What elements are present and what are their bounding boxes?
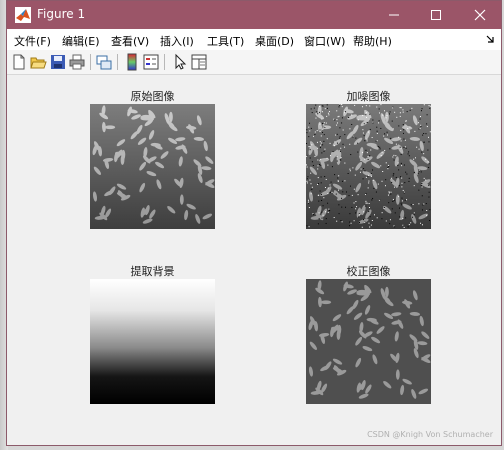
window-title: Figure 1: [37, 7, 86, 21]
corrected-image: [306, 279, 431, 404]
dock-arrow-icon[interactable]: [485, 34, 495, 44]
maximize-icon: [431, 10, 441, 20]
menu-tools[interactable]: 工具(T): [207, 33, 244, 49]
menu-insert[interactable]: 插入(I): [160, 33, 194, 49]
subplot-title-original: 原始图像: [130, 90, 175, 103]
watermark: CSDN @Knigh Von Schumacher: [367, 430, 493, 439]
noisy-image: [306, 104, 431, 229]
menu-help[interactable]: 帮助(H): [353, 33, 392, 49]
toolbar-separator: [117, 54, 118, 70]
menu-edit[interactable]: 编辑(E): [62, 33, 100, 49]
minimize-icon: [389, 14, 399, 16]
matlab-logo-icon: [15, 7, 31, 23]
toolbar-separator: [90, 54, 91, 70]
subplot-title-noisy: 加噪图像: [346, 90, 391, 103]
save-icon[interactable]: [49, 53, 67, 71]
toolbar-separator: [164, 54, 165, 70]
maximize-button[interactable]: [415, 1, 457, 29]
menu-file[interactable]: 文件(F): [14, 33, 51, 49]
property-editor-icon[interactable]: [190, 53, 208, 71]
figure-canvas: 原始图像 加噪图像 提取背景 校正图像 CSDN @Knigh Von Schu…: [7, 75, 501, 445]
link-plot-icon[interactable]: [95, 53, 113, 71]
new-figure-icon[interactable]: [10, 53, 28, 71]
subplot-title-corrected: 校正图像: [346, 265, 391, 278]
title-bar[interactable]: Figure 1: [7, 1, 501, 29]
subplot-title-background: 提取背景: [130, 265, 175, 278]
figure-window: Figure 1 文件(F) 编辑(E) 查看(V) 插入(I) 工具(T) 桌…: [6, 0, 502, 446]
menu-window[interactable]: 窗口(W): [304, 33, 345, 49]
colorbar-icon[interactable]: [123, 53, 141, 71]
background-image: [90, 279, 215, 404]
close-button[interactable]: [459, 1, 501, 29]
open-file-icon[interactable]: [29, 53, 47, 71]
legend-icon[interactable]: [142, 53, 160, 71]
close-icon: [474, 9, 486, 21]
original-image: [90, 104, 215, 229]
menu-view[interactable]: 查看(V): [111, 33, 149, 49]
menu-bar: 文件(F) 编辑(E) 查看(V) 插入(I) 工具(T) 桌面(D) 窗口(W…: [7, 29, 501, 50]
minimize-button[interactable]: [373, 1, 415, 29]
menu-desktop[interactable]: 桌面(D): [255, 33, 294, 49]
print-icon[interactable]: [68, 53, 86, 71]
figure-toolbar: [7, 50, 501, 75]
pointer-icon[interactable]: [171, 53, 189, 71]
